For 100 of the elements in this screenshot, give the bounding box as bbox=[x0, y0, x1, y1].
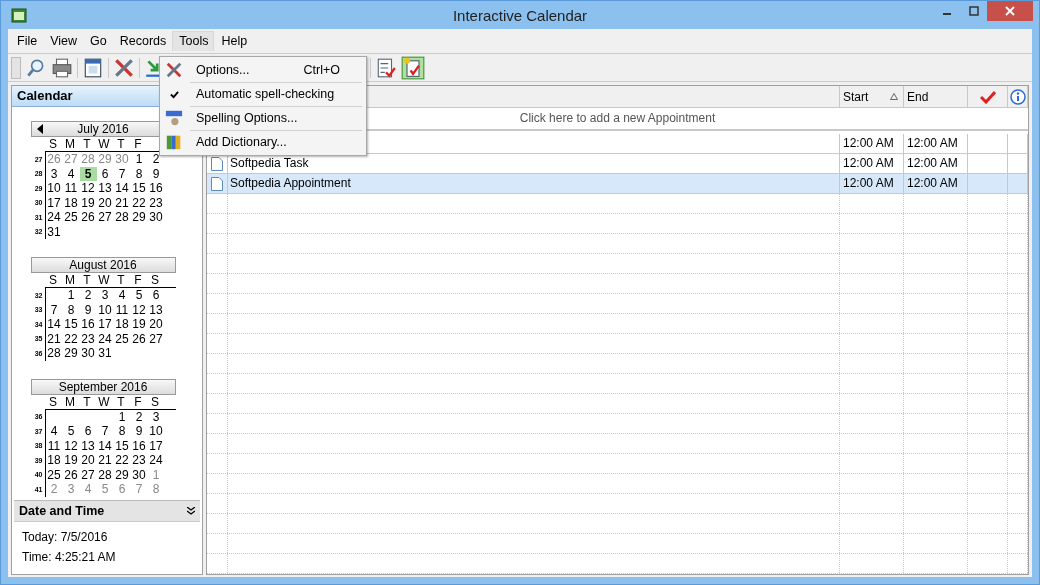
calendar-day[interactable]: 20 bbox=[147, 317, 165, 332]
calendar-day[interactable]: 11 bbox=[113, 302, 131, 317]
calendar-day[interactable]: 12 bbox=[79, 181, 97, 196]
calendar-day[interactable]: 14 bbox=[96, 438, 114, 453]
calendar-day[interactable]: 17 bbox=[45, 195, 63, 210]
calendar-day[interactable]: 27 bbox=[96, 210, 114, 225]
calendar-day[interactable]: 16 bbox=[147, 181, 165, 196]
calendar-day[interactable]: 6 bbox=[147, 288, 165, 303]
menu-item[interactable]: Tools bbox=[172, 31, 215, 51]
calendar-day[interactable]: 22 bbox=[62, 331, 80, 346]
calendar-day[interactable]: 2 bbox=[45, 482, 63, 497]
calendar-day[interactable]: 17 bbox=[147, 438, 165, 453]
calendar-day[interactable]: 23 bbox=[147, 195, 165, 210]
calendar-day[interactable]: 8 bbox=[147, 482, 165, 497]
calendar-day[interactable]: 15 bbox=[113, 438, 131, 453]
calendar-day[interactable]: 1 bbox=[113, 409, 131, 424]
calendar-day[interactable]: 21 bbox=[113, 195, 131, 210]
calendar-day[interactable]: 13 bbox=[96, 181, 114, 196]
calendar-day[interactable]: 22 bbox=[130, 195, 148, 210]
calendar-day[interactable]: 4 bbox=[79, 482, 97, 497]
column-header[interactable]: End bbox=[904, 86, 968, 107]
calendar-day[interactable]: 26 bbox=[130, 331, 148, 346]
calendar-day[interactable]: 13 bbox=[79, 438, 97, 453]
printer-icon[interactable] bbox=[51, 56, 73, 79]
calendar-day[interactable]: 28 bbox=[96, 467, 114, 482]
calendar-day[interactable]: 10 bbox=[96, 302, 114, 317]
calendar-day[interactable]: 2 bbox=[130, 409, 148, 424]
calendar-day[interactable]: 11 bbox=[45, 438, 63, 453]
menu-option[interactable]: Options... Ctrl+O bbox=[160, 58, 366, 82]
calendar-day[interactable]: 7 bbox=[96, 424, 114, 439]
menu-item[interactable]: View bbox=[43, 31, 84, 51]
calendar-day[interactable]: 17 bbox=[96, 317, 114, 332]
calendar-day[interactable]: 30 bbox=[130, 467, 148, 482]
calendar-day[interactable]: 19 bbox=[62, 453, 80, 468]
calendar-day[interactable]: 4 bbox=[62, 166, 80, 181]
calendar-day[interactable]: 20 bbox=[96, 195, 114, 210]
close-button[interactable] bbox=[987, 1, 1033, 21]
menu-item[interactable]: Records bbox=[112, 31, 173, 51]
calendar-day[interactable]: 5 bbox=[130, 288, 148, 303]
calendar-day[interactable]: 23 bbox=[130, 453, 148, 468]
calendar-day[interactable]: 3 bbox=[62, 482, 80, 497]
new-checklist-icon[interactable] bbox=[401, 55, 425, 80]
calendar-day[interactable]: 31 bbox=[45, 224, 63, 239]
calendar-day[interactable]: 4 bbox=[45, 424, 63, 439]
calendar-day[interactable]: 21 bbox=[45, 331, 63, 346]
calendar-day[interactable]: 30 bbox=[147, 210, 165, 225]
calendar-day[interactable]: 2 bbox=[147, 152, 165, 167]
calendar-day[interactable]: 6 bbox=[113, 482, 131, 497]
checklist-icon[interactable] bbox=[375, 56, 397, 79]
calendar-day[interactable]: 29 bbox=[130, 210, 148, 225]
calendar-day[interactable]: 20 bbox=[79, 453, 97, 468]
calendar-day[interactable]: 19 bbox=[130, 317, 148, 332]
calendar-day[interactable]: 12 bbox=[130, 302, 148, 317]
calendar-day[interactable]: 28 bbox=[79, 152, 97, 167]
calendar-day[interactable]: 7 bbox=[130, 482, 148, 497]
calendar-day[interactable]: 27 bbox=[79, 467, 97, 482]
calendar-day[interactable]: 24 bbox=[147, 453, 165, 468]
calendar-day[interactable]: 10 bbox=[147, 424, 165, 439]
calendar-day[interactable]: 15 bbox=[130, 181, 148, 196]
toolbar-grip[interactable] bbox=[11, 56, 21, 79]
calendar-day[interactable]: 30 bbox=[79, 346, 97, 361]
calendar-day[interactable]: 8 bbox=[130, 166, 148, 181]
calendar-day[interactable]: 19 bbox=[79, 195, 97, 210]
calendar-day[interactable]: 25 bbox=[113, 331, 131, 346]
calendar-day[interactable]: 22 bbox=[113, 453, 131, 468]
calendar-day[interactable]: 2 bbox=[79, 288, 97, 303]
calendar-day[interactable]: 25 bbox=[45, 467, 63, 482]
collapse-icon[interactable] bbox=[187, 507, 195, 515]
calendar-day[interactable]: 29 bbox=[113, 467, 131, 482]
menu-item[interactable]: Help bbox=[214, 31, 254, 51]
calendar-day[interactable]: 16 bbox=[130, 438, 148, 453]
calendar-day[interactable]: 18 bbox=[62, 195, 80, 210]
calendar-day[interactable]: 24 bbox=[45, 210, 63, 225]
calendar-day[interactable]: 5 bbox=[79, 166, 97, 181]
calendar-day[interactable]: 8 bbox=[113, 424, 131, 439]
calendar-day[interactable]: 23 bbox=[79, 331, 97, 346]
calendar-day[interactable]: 26 bbox=[79, 210, 97, 225]
calendar-day[interactable]: 1 bbox=[147, 467, 165, 482]
calendar-day[interactable]: 7 bbox=[45, 302, 63, 317]
calendar-day[interactable]: 28 bbox=[113, 210, 131, 225]
menu-item[interactable]: File bbox=[10, 31, 44, 51]
menu-option[interactable]: Add Dictionary... bbox=[160, 130, 366, 154]
calendar-day[interactable]: 5 bbox=[62, 424, 80, 439]
calendar-day[interactable]: 8 bbox=[62, 302, 80, 317]
calendar-day[interactable]: 15 bbox=[62, 317, 80, 332]
calendar-day[interactable]: 1 bbox=[130, 152, 148, 167]
calendar-day[interactable]: 9 bbox=[147, 166, 165, 181]
calendar-day[interactable]: 14 bbox=[45, 317, 63, 332]
calendar-day[interactable]: 21 bbox=[96, 453, 114, 468]
calendar-day[interactable]: 14 bbox=[113, 181, 131, 196]
calendar-day[interactable]: 24 bbox=[96, 331, 114, 346]
calendar-day[interactable]: 1 bbox=[62, 288, 80, 303]
column-header[interactable]: Start bbox=[840, 86, 904, 107]
tools-icon[interactable] bbox=[113, 56, 135, 79]
calendar-day[interactable]: 18 bbox=[45, 453, 63, 468]
calendar-day[interactable]: 3 bbox=[147, 409, 165, 424]
calendar-day[interactable]: 27 bbox=[147, 331, 165, 346]
calendar-day[interactable]: 13 bbox=[147, 302, 165, 317]
calendar-day[interactable]: 12 bbox=[62, 438, 80, 453]
calendar-day[interactable]: 28 bbox=[45, 346, 63, 361]
